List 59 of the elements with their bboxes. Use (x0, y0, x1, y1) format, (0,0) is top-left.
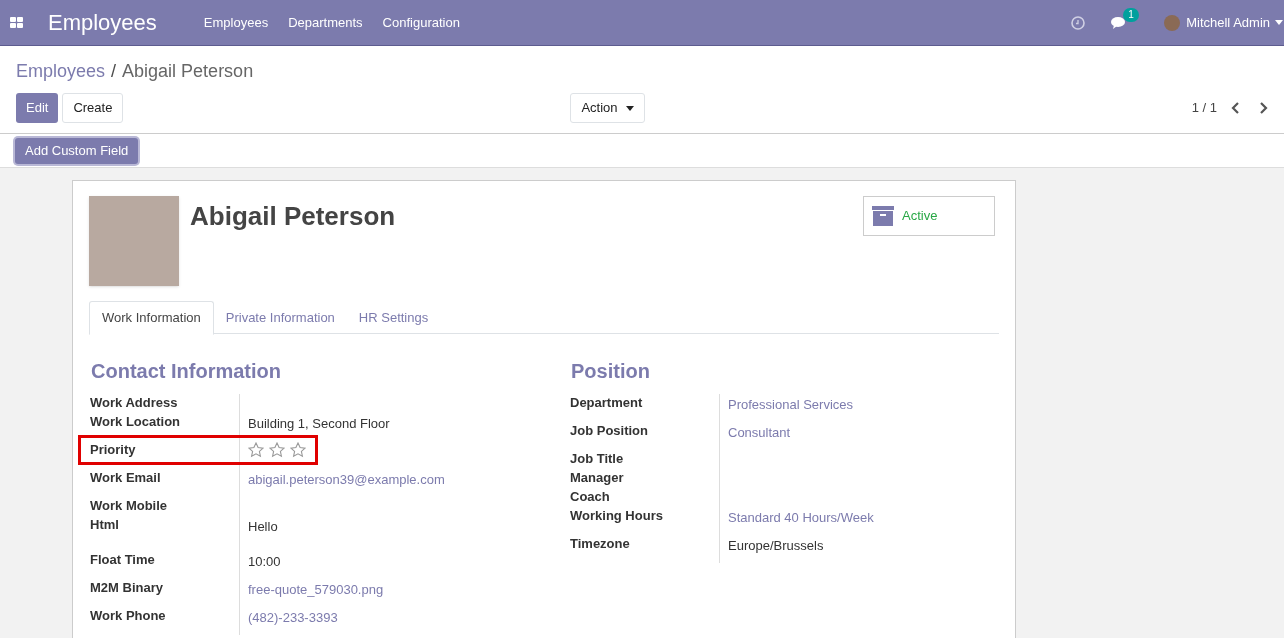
menu-item[interactable]: Employees (203, 12, 269, 33)
menu-item[interactable]: Departments (288, 12, 363, 33)
caret-icon[interactable] (625, 105, 634, 111)
field-label: Working Hours (569, 507, 664, 525)
section-heading: Position (571, 359, 651, 384)
field-value: 10:00 (248, 554, 281, 569)
field-label: Job Position (569, 422, 649, 440)
action-dropdown[interactable]: Action (570, 93, 645, 123)
field-label: Timezone (569, 535, 631, 553)
star-icon[interactable] (290, 442, 306, 458)
user-menu[interactable]: Mitchell Admin (1186, 12, 1270, 33)
field-label: Job Title (569, 450, 625, 468)
app-title: Employees (48, 9, 157, 37)
tab[interactable]: Work Information (89, 301, 214, 335)
field-label: Work Address (89, 394, 179, 412)
previous-icon[interactable] (1231, 102, 1240, 114)
field-label: Priority (89, 441, 137, 459)
employee-name: Abigail Peterson (190, 200, 396, 233)
field-label: Department (569, 394, 644, 412)
create-button[interactable]: Create (62, 93, 124, 123)
menu-item[interactable]: Configuration (382, 12, 460, 33)
avatar (1164, 14, 1181, 31)
chat-icon[interactable] (1111, 15, 1128, 30)
field-label: Html (89, 516, 120, 534)
next-icon[interactable] (1259, 102, 1268, 114)
archive-box-icon (872, 205, 894, 227)
section-heading: Contact Information (91, 359, 282, 384)
edit-button[interactable]: Edit (16, 93, 59, 123)
field-value: Hello (248, 519, 278, 534)
field-link[interactable]: free-quote_579030.png (248, 582, 384, 597)
field-link[interactable]: Consultant (728, 425, 791, 440)
field-label: Work Email (89, 469, 162, 487)
tab[interactable]: HR Settings (346, 301, 441, 334)
field-link[interactable]: Standard 40 Hours/Week (728, 510, 874, 525)
breadcrumb-link[interactable]: Employees (16, 58, 106, 85)
star-icon[interactable] (248, 442, 264, 458)
tab[interactable]: Private Information (213, 301, 347, 334)
field-value: Europe/Brussels (728, 538, 824, 553)
field-label: M2M Binary (89, 579, 164, 597)
star-icon[interactable] (269, 442, 285, 458)
apps-menu-icon[interactable] (10, 17, 23, 28)
message-count-badge: 1 (1123, 7, 1139, 22)
status-label: Active (902, 207, 938, 226)
breadcrumb-separator: / (111, 60, 117, 83)
field-label: Work Phone (89, 607, 167, 625)
field-value: Building 1, Second Floor (248, 416, 390, 431)
field-link[interactable]: (482)-233-3393 (248, 610, 338, 625)
add-custom-field-button[interactable]: Add Custom Field (15, 137, 139, 164)
field-link[interactable]: abigail.peterson39@example.com (248, 472, 445, 487)
clock-icon[interactable] (1071, 15, 1086, 30)
field-link[interactable]: Professional Services (728, 397, 853, 412)
active-toggle[interactable]: Active (863, 196, 995, 236)
field-label: Work Mobile (89, 497, 169, 515)
pager-counter: 1 / 1 (1191, 99, 1217, 118)
breadcrumb-current: Abigail Peterson (122, 60, 254, 83)
field-label: Float Time (89, 551, 156, 569)
field-label: Coach (569, 488, 611, 506)
field-label: Manager (569, 469, 625, 487)
field-label: Work Location (89, 413, 182, 431)
